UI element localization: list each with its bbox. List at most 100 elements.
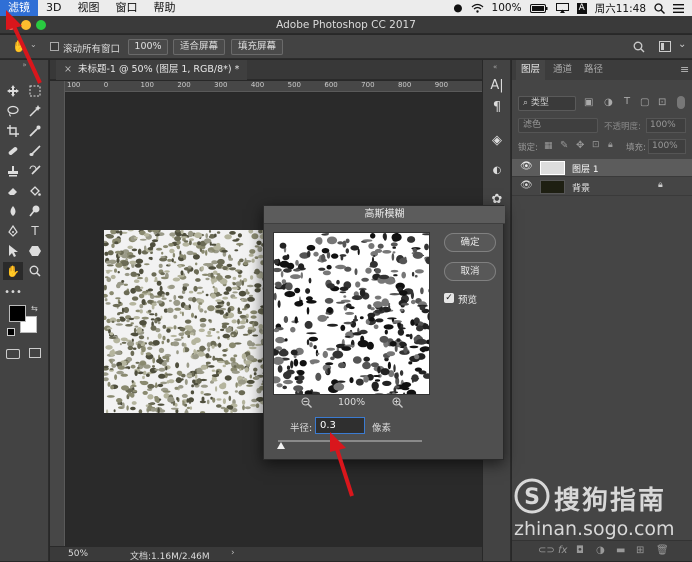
link-layers-icon[interactable]: ⊂⊃ [538,545,555,556]
zoom-in-icon[interactable] [392,397,403,408]
lock-artboard-icon[interactable]: ⊡ [592,140,600,150]
filter-smart-object-icon[interactable]: ⊡ [658,97,666,108]
filter-image-icon[interactable]: ▣ [584,97,593,108]
ok-button[interactable]: 确定 [444,233,496,252]
pen-tool-icon[interactable] [3,222,23,240]
new-layer-icon[interactable]: ⊞ [636,545,644,556]
status-zoom[interactable]: 50% [68,549,88,559]
status-chevron-icon[interactable]: › [231,548,235,558]
search-icon[interactable] [633,41,645,53]
paint-bucket-tool-icon[interactable] [25,182,45,200]
collapse-chevron-icon[interactable]: « [493,63,497,71]
menu-list-icon[interactable] [673,3,684,13]
search-icon[interactable] [654,2,665,14]
lasso-tool-icon[interactable] [3,102,23,120]
healing-brush-tool-icon[interactable] [3,142,23,160]
scroll-all-windows-label: 滚动所有窗口 [63,44,121,55]
watermark-url: zhinan.sogo.com [514,518,675,540]
lock-image-icon[interactable]: ✎ [560,140,568,151]
vertical-ruler [50,81,65,546]
character-panel-icon[interactable]: A| [489,78,505,94]
blur-tool-icon[interactable] [3,202,23,220]
tab-paths[interactable]: 路径 [579,60,608,80]
layer-thumbnail [540,161,565,175]
opacity-input[interactable]: 100% [646,118,686,133]
wifi-icon[interactable] [471,3,484,13]
preview-checkbox[interactable]: ✓ [444,293,454,303]
layer-name[interactable]: 背景 [572,181,590,194]
ruler-tick-label: 300 [214,81,228,89]
layer-row[interactable]: 👁︎ 图层 1 [512,159,692,177]
lock-icon: 🔒︎ [658,180,663,190]
clone-stamp-tool-icon[interactable] [3,162,23,180]
default-colors-icon[interactable] [7,328,15,336]
eyedropper-tool-icon[interactable] [25,122,45,140]
layer-name[interactable]: 图层 1 [572,162,599,175]
fill-input[interactable]: 100% [648,139,686,154]
panel-menu-icon[interactable]: ≡ [680,63,689,76]
fill-screen-button[interactable]: 填充屏幕 [231,39,283,55]
hand-tool-icon[interactable]: ✋ [3,262,23,280]
document-tab[interactable]: × 未标题-1 @ 50% (图层 1, RGB/8*) * [56,60,248,80]
airplay-icon[interactable] [555,3,569,13]
blur-preview[interactable] [273,232,430,395]
fx-icon[interactable]: fx [558,545,567,556]
filter-adjustment-icon[interactable]: ◑ [604,97,613,108]
quick-mask-icon[interactable] [6,349,20,359]
libraries-icon[interactable]: ◐ [489,163,505,179]
battery-icon[interactable] [529,3,548,13]
fit-screen-button[interactable]: 适合屏幕 [173,39,225,55]
menu-help[interactable]: 帮助 [145,0,183,16]
lock-transparent-icon[interactable]: ▦ [544,141,553,151]
paragraph-panel-icon[interactable]: ¶ [489,100,505,116]
close-tab-icon[interactable]: × [64,64,72,75]
input-method-icon[interactable]: A [576,2,587,14]
eye-icon[interactable]: 👁︎ [520,180,533,191]
magic-wand-tool-icon[interactable] [25,102,45,120]
brush-tool-icon[interactable] [25,142,45,160]
cancel-button[interactable]: 取消 [444,262,496,281]
zoom-100-button[interactable]: 100% [128,39,168,55]
chevron-down-icon[interactable]: ⌄ [678,39,686,50]
filter-type-icon[interactable]: T [624,96,630,107]
path-selection-tool-icon[interactable] [3,242,23,260]
filter-shape-icon[interactable]: ▢ [640,97,649,108]
penguin-icon[interactable]: ● [453,2,462,14]
trash-icon[interactable]: 🗑︎ [656,545,669,556]
app-title: Adobe Photoshop CC 2017 [276,19,416,31]
layer-filter-select[interactable]: ⌕ 类型 [518,96,576,111]
zoom-tool-icon[interactable] [25,262,45,280]
lock-all-icon[interactable]: 🔒︎ [608,140,613,150]
watermark: S 搜狗指南 zhinan.sogo.com [506,478,692,544]
workspace-icon[interactable] [659,41,671,52]
screen-mode-icon[interactable] [29,348,41,358]
dialog-title: 高斯模糊 [264,206,505,224]
status-bar: 50% 文档:1.16M/2.46M › [50,546,482,562]
tab-channels[interactable]: 通道 [548,60,577,80]
layer-row[interactable]: 👁︎ 背景 🔒︎ [512,178,692,196]
menu-view[interactable]: 视图 [69,0,107,16]
blend-mode-select[interactable]: 滤色 [518,118,598,133]
more-tools-icon[interactable]: ••• [3,283,23,301]
document-image[interactable] [104,230,266,413]
history-brush-tool-icon[interactable] [25,162,45,180]
new-group-icon[interactable]: ▬ [616,545,625,556]
filter-toggle-switch[interactable] [677,96,685,109]
tab-layers[interactable]: 图层 [516,60,546,80]
eye-icon[interactable]: 👁︎ [520,161,533,172]
crop-tool-icon[interactable] [3,122,23,140]
menu-window[interactable]: 窗口 [107,0,145,16]
layers-stack-icon[interactable]: ◈ [489,133,505,149]
dodge-tool-icon[interactable] [25,202,45,220]
scroll-all-windows-checkbox[interactable] [50,42,59,51]
lock-position-icon[interactable]: ✥ [576,140,584,151]
foreground-color-swatch[interactable] [9,305,26,322]
add-mask-icon[interactable]: ◘ [576,545,584,556]
eraser-tool-icon[interactable] [3,182,23,200]
shape-tool-icon[interactable] [25,242,45,260]
zoom-out-icon[interactable] [301,397,312,408]
swap-colors-icon[interactable]: ⇆ [31,304,38,313]
adjustment-layer-icon[interactable]: ◑ [596,545,605,556]
type-tool-icon[interactable]: T [25,222,45,240]
radius-slider-thumb[interactable] [276,442,285,449]
